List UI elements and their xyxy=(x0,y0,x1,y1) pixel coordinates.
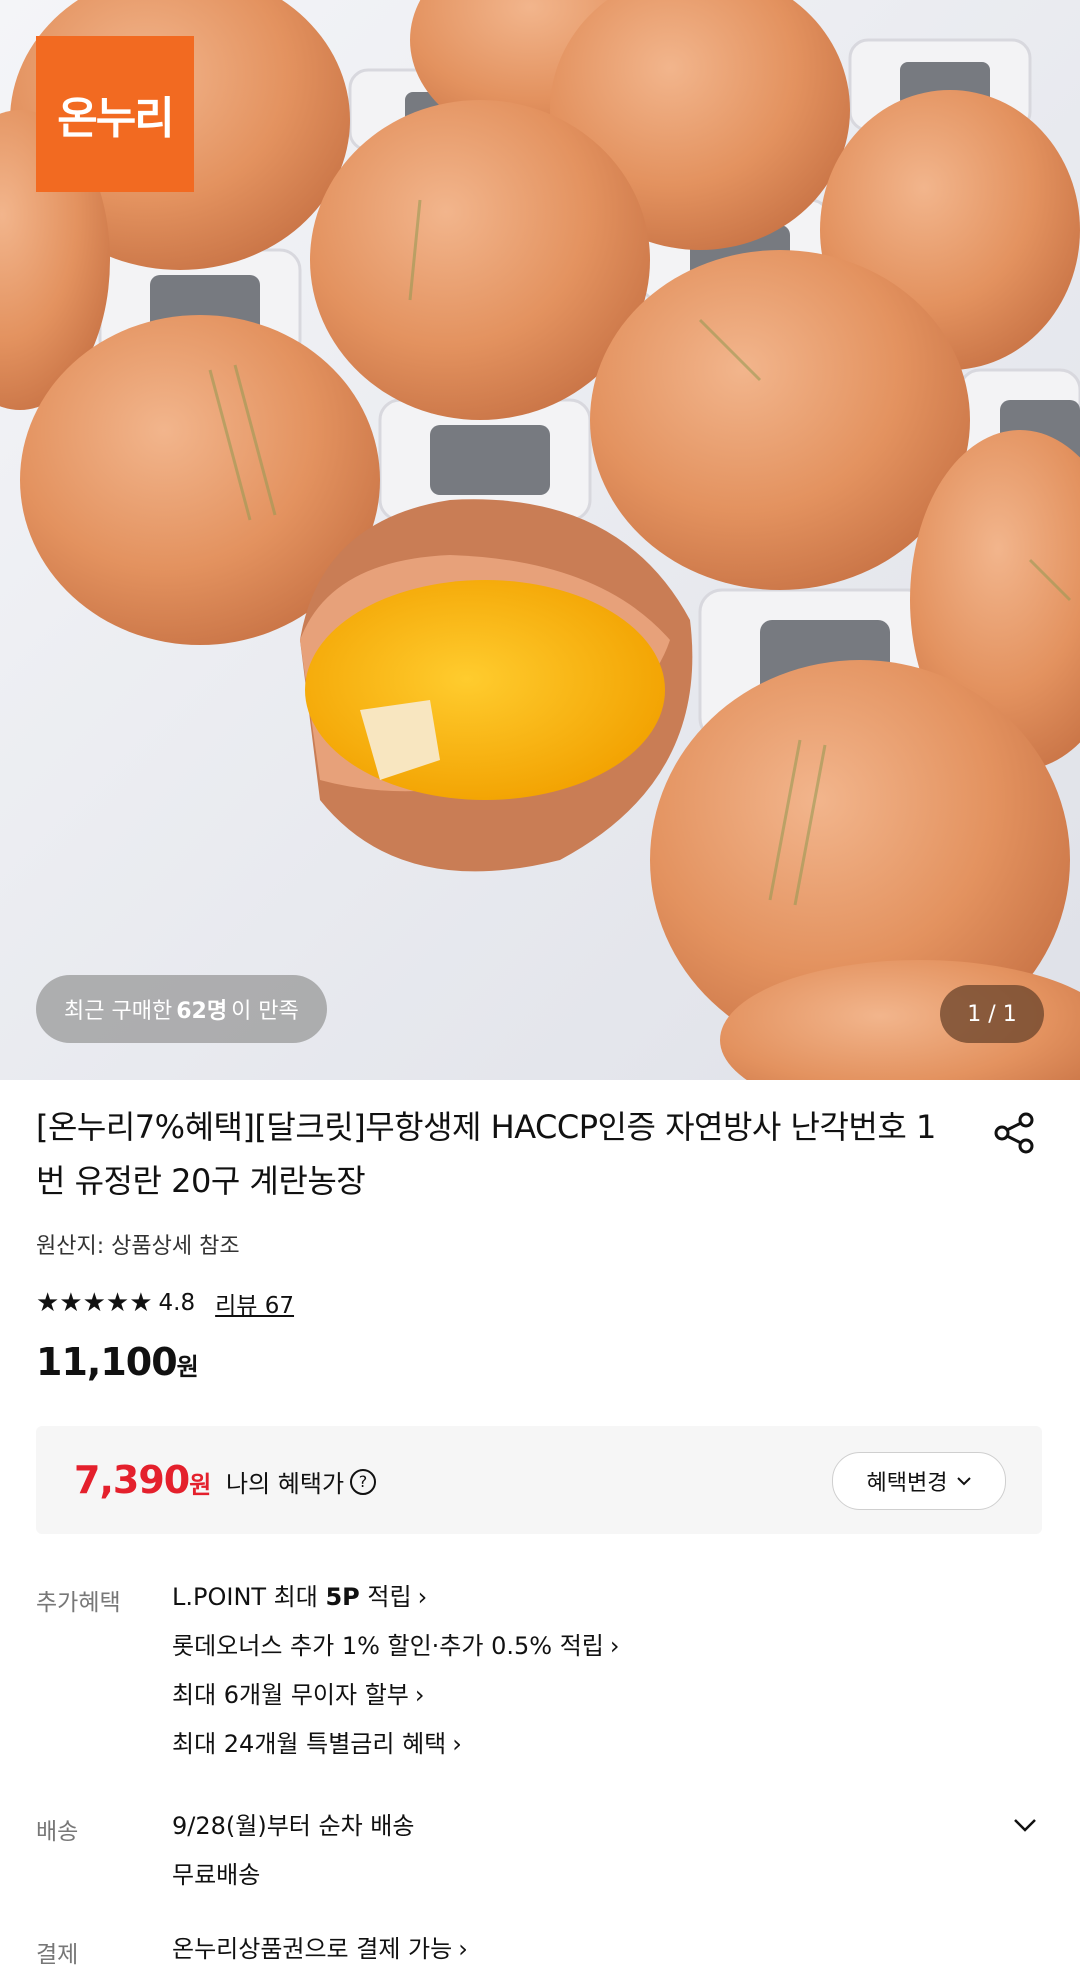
share-button[interactable] xyxy=(992,1110,1038,1156)
share-icon xyxy=(994,1112,1034,1154)
benefit-item-text: 롯데오너스 추가 1% 할인·추가 0.5% 적립 xyxy=(172,1632,604,1660)
image-page-indicator: 1 / 1 xyxy=(940,985,1044,1043)
chevron-right-icon: › xyxy=(452,1730,462,1758)
help-icon[interactable]: ? xyxy=(350,1468,377,1495)
benefit-price-box: 7,390원 나의 혜택가 ? 혜택변경 xyxy=(36,1426,1042,1534)
onnuri-logo: 온누리 xyxy=(36,36,194,192)
benefit-item-lpoint[interactable]: L.POINT 최대 5P 적립 › xyxy=(172,1578,619,1627)
benefit-price: 7,390원 xyxy=(74,1458,211,1502)
benefit-item-text: 최대 6개월 무이자 할부 xyxy=(172,1681,409,1709)
price-value: 11,100 xyxy=(36,1340,178,1384)
original-price: 11,100원 xyxy=(36,1340,199,1384)
benefit-item-text: 적립 xyxy=(359,1583,412,1611)
benefit-item-bold: 5P xyxy=(325,1583,360,1611)
benefit-price-currency: 원 xyxy=(189,1471,211,1499)
shipping-date: 9/28(월)부터 순차 배송 xyxy=(172,1812,415,1840)
chevron-down-icon xyxy=(957,1477,972,1486)
buyers-count: 62명 xyxy=(176,999,228,1024)
rating-value: 4.8 xyxy=(158,1290,196,1316)
chevron-down-icon[interactable] xyxy=(1010,1810,1040,1840)
payment-info[interactable]: 온누리상품권으로 결제 가능 › xyxy=(172,1930,468,1979)
shipping-label: 배송 xyxy=(36,1819,79,1845)
benefit-item-special-rate[interactable]: 최대 24개월 특별금리 혜택 › xyxy=(172,1725,619,1774)
extra-benefits-label: 추가혜택 xyxy=(36,1590,121,1616)
logo-text: 온누리 xyxy=(57,93,174,144)
chevron-right-icon: › xyxy=(458,1935,468,1963)
star-rating-icon: ★★★★★ xyxy=(36,1288,153,1318)
chevron-right-icon: › xyxy=(414,1681,425,1709)
shipping-info: 9/28(월)부터 순차 배송 무료배송 xyxy=(172,1807,414,1905)
page-indicator-text: 1 / 1 xyxy=(967,1001,1017,1027)
product-image[interactable]: 온누리 최근 구매한 62명 이 만족 1 / 1 xyxy=(0,0,1080,1080)
payment-text: 온누리상품권으로 결제 가능 xyxy=(172,1935,453,1963)
extra-benefits-list: L.POINT 최대 5P 적립 › 롯데오너스 추가 1% 할인·추가 0.5%… xyxy=(172,1578,619,1774)
chevron-right-icon: › xyxy=(417,1583,428,1611)
shipping-fee: 무료배송 xyxy=(172,1861,261,1889)
change-benefit-button[interactable]: 혜택변경 xyxy=(832,1452,1006,1510)
change-benefit-label: 혜택변경 xyxy=(866,1471,948,1496)
chevron-right-icon: › xyxy=(609,1632,620,1660)
price-currency: 원 xyxy=(176,1353,199,1381)
buyers-suffix: 이 만족 xyxy=(231,999,299,1024)
rating-row: ★★★★★ 4.8 리뷰 67 xyxy=(36,1286,294,1320)
buyers-prefix: 최근 구매한 xyxy=(64,999,173,1024)
benefit-item-text: L.POINT 최대 xyxy=(172,1583,326,1611)
origin-info: 원산지: 상품상세 참조 xyxy=(36,1234,240,1259)
product-title: [온누리7%혜택][달크릿]무항생제 HACCP인증 자연방사 난각번호 1번 … xyxy=(36,1108,936,1200)
payment-label: 결제 xyxy=(36,1942,79,1968)
benefit-price-value: 7,390 xyxy=(74,1458,190,1502)
benefit-label-text: 나의 혜택가 xyxy=(226,1470,345,1498)
benefit-item-lotte-owners[interactable]: 롯데오너스 추가 1% 할인·추가 0.5% 적립 › xyxy=(172,1627,619,1676)
benefit-item-installment[interactable]: 최대 6개월 무이자 할부 › xyxy=(172,1676,619,1725)
review-link[interactable]: 리뷰 67 xyxy=(215,1286,294,1320)
benefit-item-text: 최대 24개월 특별금리 혜택 xyxy=(172,1730,447,1758)
recent-buyers-badge: 최근 구매한 62명 이 만족 xyxy=(36,975,327,1043)
benefit-label: 나의 혜택가 ? xyxy=(226,1464,377,1499)
